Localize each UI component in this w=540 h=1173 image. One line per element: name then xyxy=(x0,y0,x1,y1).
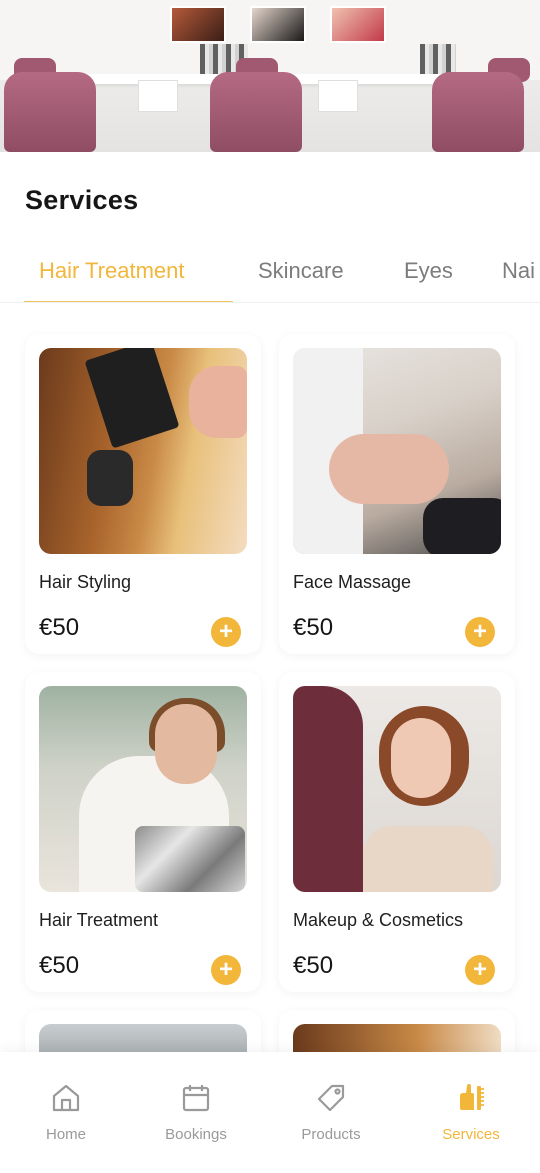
nav-home[interactable]: Home xyxy=(11,1052,121,1173)
service-price: €50 xyxy=(293,614,334,641)
tab-skincare[interactable]: Skincare xyxy=(258,258,344,284)
service-name: Hair Treatment xyxy=(39,910,159,930)
page-title: Services xyxy=(25,185,139,215)
salon-chair xyxy=(4,72,96,152)
service-card-makeup[interactable]: Makeup & Cosmetics €50 + xyxy=(279,672,515,992)
nav-label: Home xyxy=(45,1126,86,1143)
service-card-face-massage[interactable]: Face Massage €50 + xyxy=(279,334,515,654)
add-service-button[interactable]: + xyxy=(211,955,241,985)
nav-label: Services xyxy=(442,1126,500,1143)
makeup-photo xyxy=(293,686,501,892)
nav-services[interactable]: Services xyxy=(416,1052,526,1173)
salon-chair xyxy=(432,72,524,152)
tab-hair-treatment[interactable]: Hair Treatment xyxy=(39,258,185,284)
add-service-button[interactable]: + xyxy=(465,617,495,647)
nav-label: Bookings xyxy=(165,1126,227,1143)
add-service-button[interactable]: + xyxy=(465,955,495,985)
service-name: Hair Styling xyxy=(39,572,132,592)
service-card-hair-styling[interactable]: Hair Styling €50 + xyxy=(25,334,261,654)
service-card-hair-treatment[interactable]: Hair Treatment €50 + xyxy=(25,672,261,992)
salon-hero-image xyxy=(0,0,540,152)
hand-comb-icon xyxy=(460,1084,484,1110)
nav-label: Products xyxy=(301,1126,361,1143)
calendar-icon xyxy=(182,1085,210,1112)
face-massage-photo xyxy=(293,348,501,554)
add-service-button[interactable]: + xyxy=(211,617,241,647)
hair-styling-photo xyxy=(39,348,247,554)
tag-icon xyxy=(317,1084,345,1112)
salon-cabinet xyxy=(138,80,178,112)
salon-chair xyxy=(210,72,302,152)
tabs-divider xyxy=(0,302,540,303)
service-name: Face Massage xyxy=(293,572,412,592)
bottom-navigation: Home Bookings Products Services xyxy=(0,1052,540,1173)
nav-bookings[interactable]: Bookings xyxy=(141,1052,251,1173)
service-price: €50 xyxy=(293,952,334,979)
salon-cabinet xyxy=(318,80,358,112)
wall-poster xyxy=(170,6,226,43)
home-icon xyxy=(52,1084,80,1112)
product-bottles xyxy=(420,44,456,74)
hair-treatment-photo xyxy=(39,686,247,892)
wall-poster xyxy=(250,6,306,43)
category-tabs: Hair Treatment Skincare Eyes Nai xyxy=(0,240,540,304)
service-name: Makeup & Cosmetics xyxy=(293,910,464,930)
wall-poster xyxy=(330,6,386,43)
tab-eyes[interactable]: Eyes xyxy=(404,258,453,284)
service-price: €50 xyxy=(39,952,80,979)
tab-nails[interactable]: Nai xyxy=(502,258,535,284)
nav-products[interactable]: Products xyxy=(276,1052,386,1173)
service-price: €50 xyxy=(39,614,80,641)
